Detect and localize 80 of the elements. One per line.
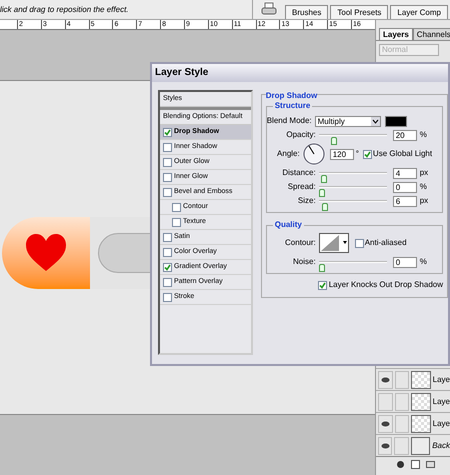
dialog-title: Layer Style [152,64,448,82]
checkbox[interactable] [354,238,364,248]
checkbox[interactable] [163,172,172,182]
checkbox[interactable] [172,202,181,212]
value-field[interactable]: 4 [392,168,417,178]
panel-tab[interactable]: Channels [412,28,450,40]
unit-label: px [420,167,428,179]
palette-tab[interactable]: Brushes [285,5,328,19]
field-label: Noise: [292,256,317,268]
panel-tab[interactable]: Layers [379,28,413,40]
checkbox[interactable] [163,262,172,272]
slider-thumb[interactable] [318,264,325,272]
color-swatch[interactable] [384,116,407,126]
field-label: Blend Mode: [266,115,313,127]
value-field[interactable]: 6 [392,196,417,206]
unit-label: px [420,195,428,207]
eye-icon [380,420,390,426]
group-title: Quality [272,219,304,231]
printer-icon[interactable] [261,2,278,16]
mask-icon[interactable] [411,460,420,468]
layer-name[interactable]: Laye [432,396,450,408]
value-field[interactable]: 20 [392,130,417,140]
checkbox-label: Use Global Light [372,148,432,160]
palette-tab[interactable]: Layer Comp [390,5,448,19]
caret-icon [370,116,380,126]
visibility-toggle[interactable] [378,370,393,388]
unit-label: % [420,181,427,193]
folder-icon[interactable] [426,460,435,468]
angle-dial-icon[interactable] [302,143,325,165]
layer-name[interactable]: Laye [432,374,450,386]
layer-thumbnail [411,392,431,410]
checkbox-label: Anti-aliased [364,237,407,249]
angle-field[interactable]: 120 [330,148,354,160]
value-field[interactable]: 0 [392,256,417,268]
checkbox[interactable] [163,232,172,242]
field-label: Distance: [281,167,317,179]
checkbox[interactable] [318,280,327,290]
eye-icon [380,442,390,448]
field-label: Spread: [286,181,317,193]
field-label: Size: [296,195,317,207]
layer-thumbnail [410,436,430,454]
slider-thumb[interactable] [322,203,328,211]
unit-label: % [420,129,427,141]
contour-preview-icon[interactable] [318,233,349,253]
eye-icon [380,376,390,382]
checkbox[interactable] [163,188,172,196]
checkbox[interactable] [172,218,181,226]
unit-label: % [420,256,427,268]
link-cell[interactable] [394,370,410,388]
checkbox[interactable] [163,278,172,286]
checkbox[interactable] [362,150,372,158]
layer-name[interactable]: Laye [432,418,450,430]
checkbox[interactable] [163,292,172,302]
layer-thumbnail [411,414,431,432]
field-label: Angle: [276,148,301,160]
visibility-toggle[interactable] [378,436,392,454]
layer-name[interactable]: Back [432,440,450,452]
checkbox[interactable] [163,128,172,136]
layer-thumbnail [411,370,431,388]
field-label: Contour: [284,237,317,249]
blend-mode-select[interactable]: Multiply [314,116,381,126]
checkbox-label: Layer Knocks Out Drop Shadow [328,279,443,291]
value-field[interactable]: 0 [392,182,417,192]
visibility-toggle[interactable] [378,392,393,410]
slider-thumb[interactable] [318,189,325,197]
link-cell[interactable] [394,392,410,410]
palette-tab[interactable]: Tool Presets [330,5,388,19]
checkbox[interactable] [163,248,172,256]
link-cell[interactable] [394,436,409,454]
link-cell[interactable] [394,414,410,432]
visibility-toggle[interactable] [378,414,393,432]
unit-label: ° [356,148,359,160]
slider-thumb[interactable] [331,137,338,145]
hint-text: lick and drag to reposition the effect. [0,4,130,16]
layer-style-icon[interactable] [396,460,405,468]
checkbox[interactable] [163,142,172,152]
heart-icon [24,233,68,273]
checkbox[interactable] [163,158,172,166]
slider-thumb[interactable] [321,175,328,183]
field-label: Opacity: [285,129,317,141]
